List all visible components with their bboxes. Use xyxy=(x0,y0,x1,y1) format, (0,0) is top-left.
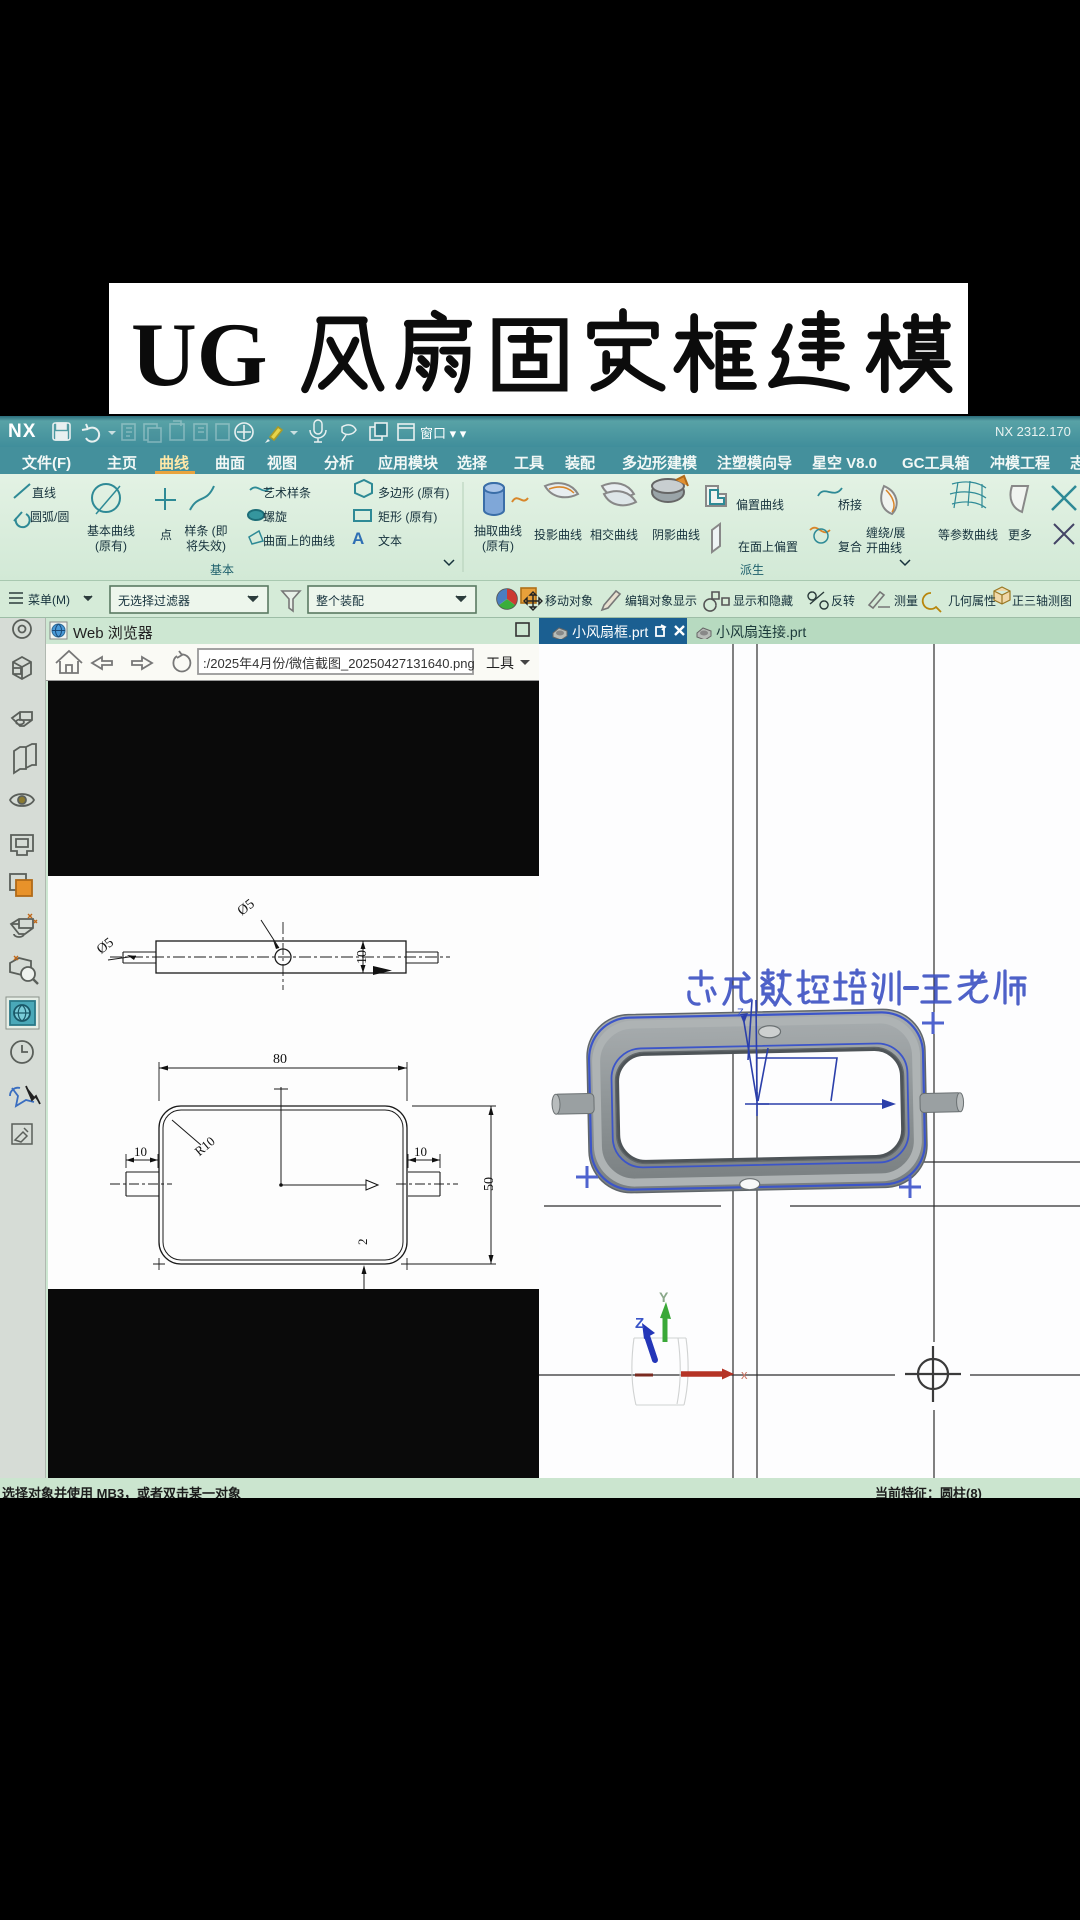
svg-text:2: 2 xyxy=(355,1239,370,1246)
svg-text:Ø5: Ø5 xyxy=(94,935,117,957)
svg-text:50: 50 xyxy=(482,1177,497,1191)
svg-text:x: x xyxy=(741,1367,748,1382)
svg-text:A: A xyxy=(352,529,364,548)
svg-text:10: 10 xyxy=(414,1144,427,1159)
svg-text:R10: R10 xyxy=(192,1133,218,1158)
svg-text:Y: Y xyxy=(659,1289,669,1305)
svg-text:Z: Z xyxy=(635,1315,644,1332)
svg-text:Z: Z xyxy=(737,1007,744,1019)
svg-text:UG: UG xyxy=(131,304,268,405)
svg-text:80: 80 xyxy=(273,1052,287,1067)
svg-text:Ø5: Ø5 xyxy=(235,897,258,919)
svg-text:10: 10 xyxy=(134,1144,147,1159)
